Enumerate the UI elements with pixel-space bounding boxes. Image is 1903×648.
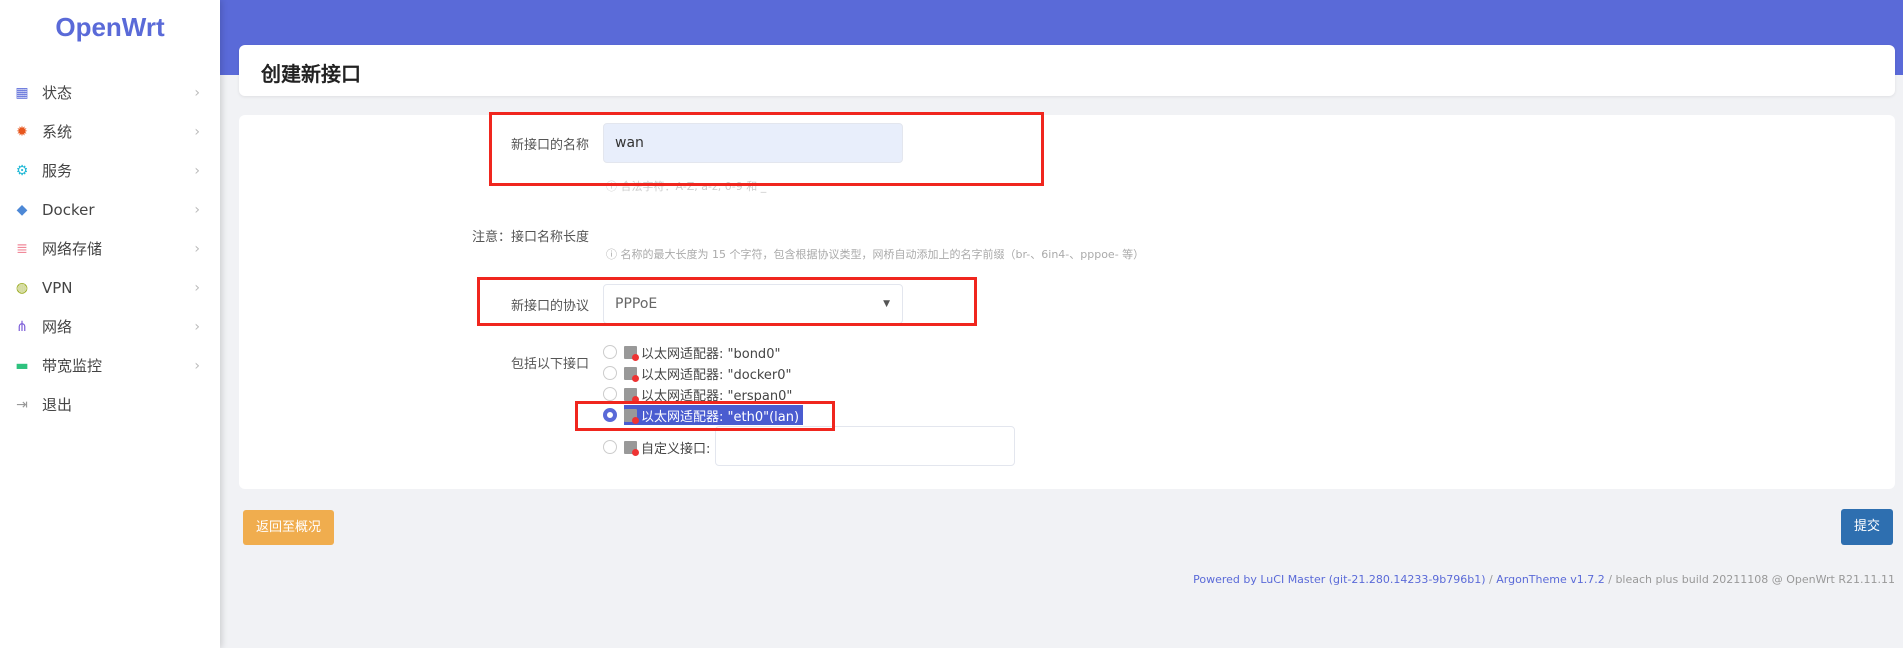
footer-build: / bleach plus build 20211108 @ OpenWrt R… <box>1604 573 1895 586</box>
sidebar-item-2[interactable]: ⚙ 服务 › <box>0 151 220 190</box>
nic-icon <box>624 387 639 403</box>
globe-icon: ◍ <box>15 279 29 296</box>
gear-icon: ✹ <box>16 123 28 140</box>
custom-label: 自定义接口: <box>641 441 711 457</box>
highlight-eth0 <box>575 401 835 431</box>
sidebar-item-5[interactable]: ◍ VPN › <box>0 268 220 307</box>
title-card: 创建新接口 <box>239 45 1895 96</box>
interface-label: 以太网适配器: "docker0" <box>641 367 792 383</box>
chevron-right-icon: › <box>194 357 200 374</box>
sidebar-item-4[interactable]: ≣ 网络存储 › <box>0 229 220 268</box>
logout-icon: ⇥ <box>16 396 28 413</box>
interface-option[interactable]: 以太网适配器: "bond0" <box>624 342 780 362</box>
back-button[interactable]: 返回至概况 <box>243 510 334 545</box>
interface-radio[interactable] <box>603 387 617 401</box>
monitor-icon: ▬ <box>15 357 29 374</box>
custom-radio[interactable] <box>603 440 617 454</box>
sidebar-item-label: 网络存储 <box>42 240 103 258</box>
chevron-right-icon: › <box>194 201 200 218</box>
sidebar-item-label: 带宽监控 <box>42 357 103 375</box>
sidebar-item-label: 网络 <box>42 318 73 336</box>
dashboard-icon: ▦ <box>15 84 29 101</box>
interface-radio[interactable] <box>603 345 617 359</box>
sidebar-item-6[interactable]: ⋔ 网络 › <box>0 307 220 346</box>
sidebar-menu: ▦ 状态 › ✹ 系统 › ⚙ 服务 › ◆ Docker › ≣ 网络存储 › ◍ VPN › ⋔ 网络 › ▬ 带宽监控… <box>0 73 220 424</box>
sidebar-item-0[interactable]: ▦ 状态 › <box>0 73 220 112</box>
footer: Powered by LuCI Master (git-21.280.14233… <box>1193 573 1895 586</box>
sidebar-item-label: Docker <box>42 200 95 219</box>
note-hint-text: 名称的最大长度为 15 个字符，包含根据协议类型，网桥自动添加上的名字前缀（br… <box>620 248 1145 261</box>
note-label: 注意：接口名称长度 <box>471 230 589 245</box>
note-hint: ⓘ 名称的最大长度为 15 个字符，包含根据协议类型，网桥自动添加上的名字前缀（… <box>606 248 1145 261</box>
interface-label: 以太网适配器: "bond0" <box>641 346 781 362</box>
sidebar-item-label: 服务 <box>42 162 73 180</box>
sitemap-icon: ⋔ <box>16 318 28 335</box>
custom-interface-input[interactable] <box>715 426 1015 466</box>
highlight-name <box>489 112 1044 186</box>
gears-icon: ⚙ <box>15 162 29 179</box>
include-label: 包括以下接口 <box>510 357 589 372</box>
nic-icon <box>624 345 639 361</box>
chevron-right-icon: › <box>194 162 200 179</box>
sidebar-item-label: 状态 <box>42 84 73 102</box>
sidebar-item-1[interactable]: ✹ 系统 › <box>0 112 220 151</box>
submit-button[interactable]: 提交 <box>1841 509 1893 545</box>
sidebar-item-3[interactable]: ◆ Docker › <box>0 190 220 229</box>
docker-icon: ◆ <box>16 201 28 218</box>
luci-link[interactable]: Powered by LuCI Master (git-21.280.14233… <box>1193 573 1485 586</box>
theme-link[interactable]: ArgonTheme v1.7.2 <box>1496 573 1604 586</box>
chevron-right-icon: › <box>194 318 200 335</box>
sidebar-item-label: 退出 <box>42 396 73 414</box>
database-icon: ≣ <box>16 240 28 257</box>
custom-option: 自定义接口: <box>624 437 710 457</box>
sidebar: OpenWrt ▦ 状态 › ✹ 系统 › ⚙ 服务 › ◆ Docker › ≣ 网络存储 › ◍ VPN › ⋔… <box>0 0 220 648</box>
highlight-proto <box>477 277 977 326</box>
sidebar-item-label: 系统 <box>42 123 73 141</box>
footer-sep: / <box>1485 573 1497 586</box>
chevron-right-icon: › <box>194 123 200 140</box>
chevron-right-icon: › <box>194 84 200 101</box>
interface-option[interactable]: 以太网适配器: "docker0" <box>624 363 792 383</box>
chevron-right-icon: › <box>194 279 200 296</box>
interface-radio[interactable] <box>603 366 617 380</box>
logo: OpenWrt <box>55 12 165 42</box>
sidebar-item-7[interactable]: ▬ 带宽监控 › <box>0 346 220 385</box>
chevron-right-icon: › <box>194 240 200 257</box>
sidebar-item-8[interactable]: ⇥ 退出 <box>0 385 220 424</box>
sidebar-item-label: VPN <box>42 278 73 297</box>
nic-icon <box>624 366 639 382</box>
page-title: 创建新接口 <box>261 62 361 86</box>
nic-icon <box>624 440 639 456</box>
